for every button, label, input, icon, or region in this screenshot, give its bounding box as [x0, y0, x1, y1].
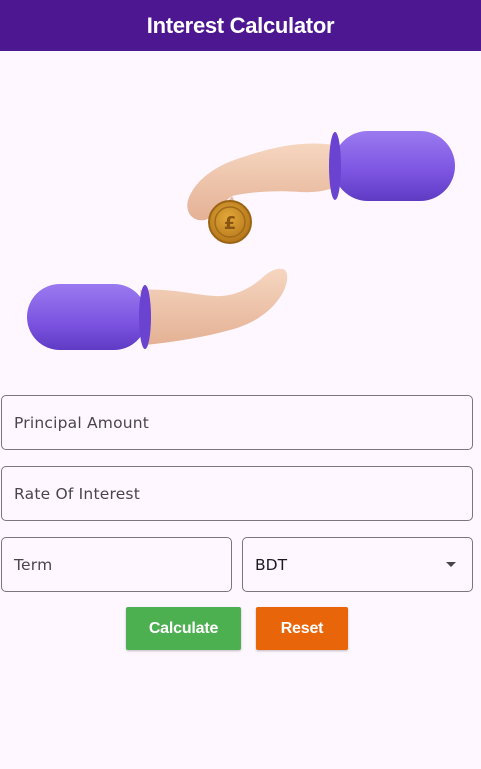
reset-button[interactable]: Reset	[256, 607, 348, 650]
rate-of-interest-placeholder: Rate Of Interest	[14, 484, 140, 503]
principal-amount-placeholder: Principal Amount	[14, 413, 150, 432]
currency-selected-value: BDT	[255, 555, 288, 574]
principal-amount-input[interactable]: Principal Amount	[1, 395, 473, 450]
term-input[interactable]: Term	[1, 537, 232, 592]
app-bar: Interest Calculator	[0, 0, 481, 51]
dropdown-arrow-icon	[446, 562, 456, 567]
app-title: Interest Calculator	[146, 12, 335, 38]
currency-dropdown[interactable]: BDT	[242, 537, 473, 592]
lower-hand	[27, 268, 288, 350]
hands-exchanging-pound-coin-illustration: £	[27, 131, 455, 350]
svg-text:£: £	[224, 213, 237, 234]
rate-of-interest-input[interactable]: Rate Of Interest	[1, 466, 473, 521]
calculate-button[interactable]: Calculate	[126, 607, 241, 650]
pound-coin: £	[208, 200, 252, 244]
term-placeholder: Term	[14, 555, 53, 574]
